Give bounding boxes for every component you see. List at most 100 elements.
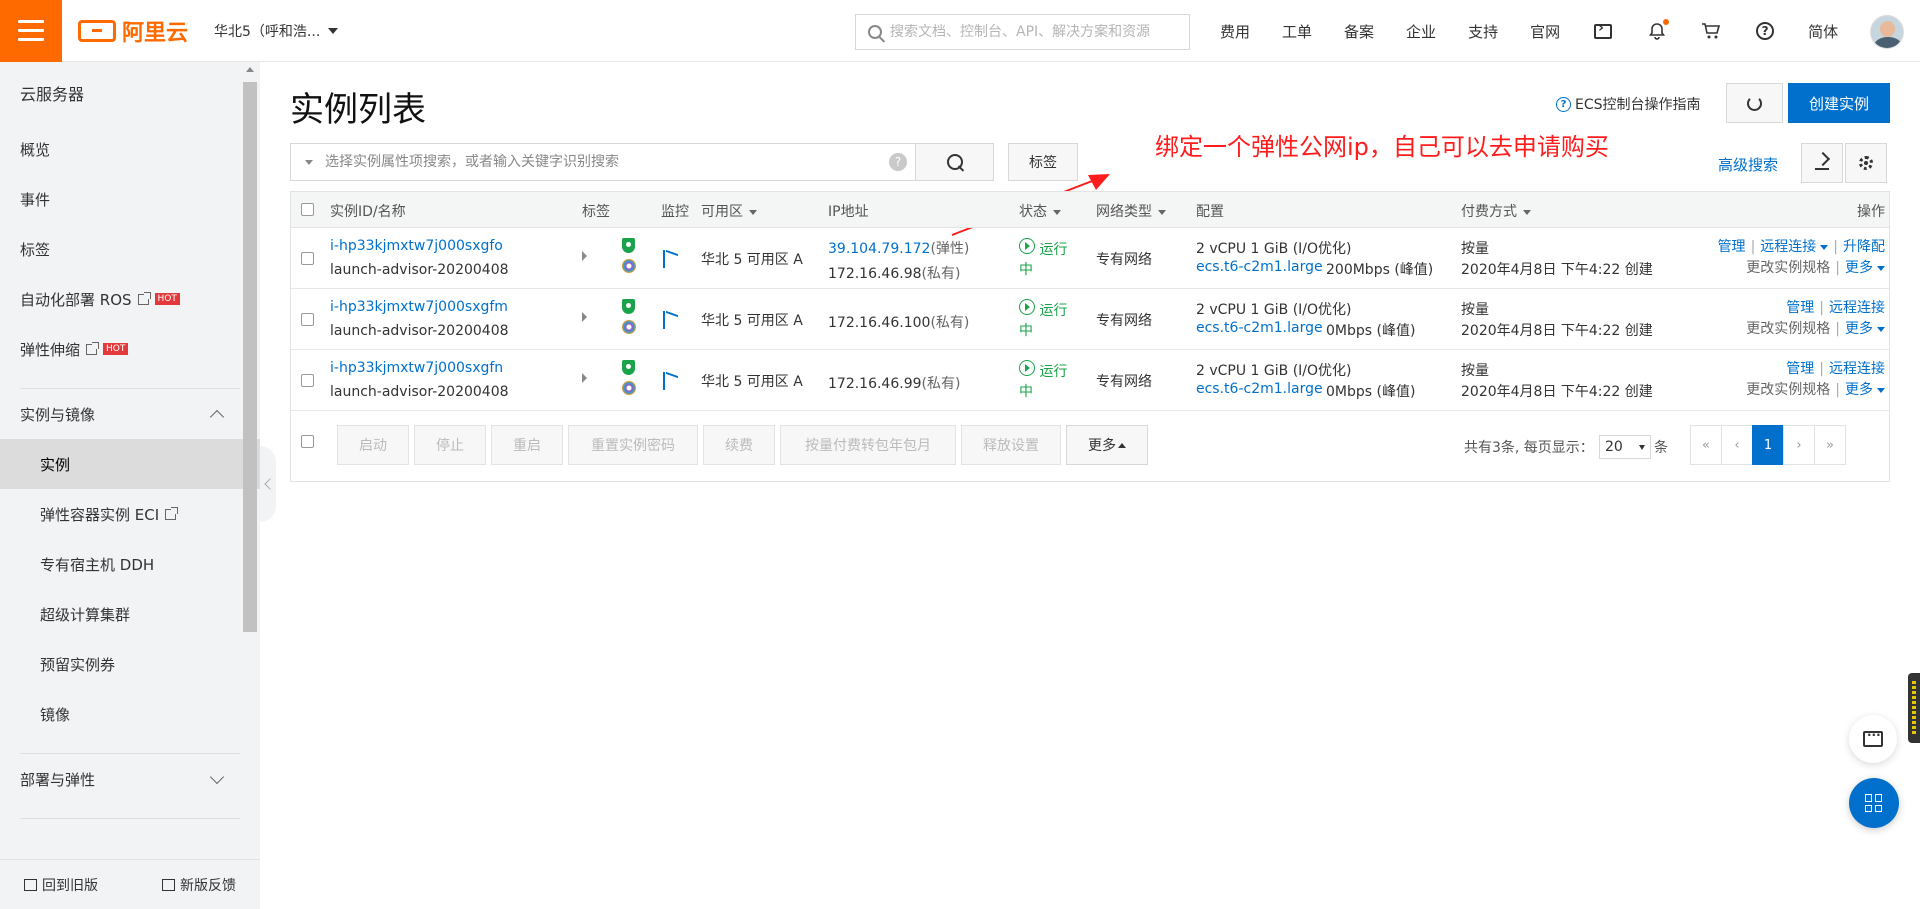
nav-ticket[interactable]: 工单 — [1282, 21, 1312, 42]
help-button[interactable]: ? — [1754, 20, 1776, 42]
col-billing[interactable]: 付费方式 — [1461, 201, 1531, 221]
instance-spec-link[interactable]: ecs.t6-c2m1.large — [1196, 381, 1323, 397]
change-spec-link[interactable]: 更改实例规格 — [1746, 382, 1830, 398]
sidebar-item-reserved[interactable]: 预留实例券 — [0, 639, 260, 689]
remote-connect-link[interactable]: 远程连接 — [1829, 361, 1885, 377]
monitor-chart-icon[interactable] — [663, 311, 665, 329]
filter-dropdown-icon[interactable] — [305, 159, 313, 165]
release-settings-button[interactable]: 释放设置 — [961, 425, 1061, 465]
global-search-input[interactable] — [890, 24, 1180, 40]
sidebar-item-scc[interactable]: 超级计算集群 — [0, 589, 260, 639]
renew-button[interactable]: 续费 — [703, 425, 775, 465]
advanced-search-link[interactable]: 高级搜索 — [1718, 154, 1778, 175]
instance-id-link[interactable]: i-hp33kjmxtw7j000sxgfo — [330, 238, 503, 254]
cart-button[interactable] — [1700, 20, 1722, 42]
nav-official-site[interactable]: 官网 — [1530, 21, 1560, 42]
remote-connect-link[interactable]: 远程连接 — [1829, 300, 1885, 316]
change-spec-link[interactable]: 更改实例规格 — [1746, 260, 1830, 276]
security-shield-icon[interactable] — [622, 360, 635, 375]
refresh-button[interactable] — [1726, 83, 1783, 123]
hamburger-menu-button[interactable] — [0, 0, 62, 62]
nav-support[interactable]: 支持 — [1468, 21, 1498, 42]
monitor-chart-icon[interactable] — [663, 372, 665, 390]
cloud-shell-button[interactable] — [1592, 20, 1614, 42]
scroll-up-arrow-icon[interactable] — [246, 67, 254, 72]
feedback-chat-button[interactable] — [1849, 715, 1897, 763]
more-actions-link[interactable]: 更多 — [1845, 382, 1885, 398]
sidebar-item-ros[interactable]: 自动化部署 ROS HOT — [0, 274, 260, 324]
nav-billing[interactable]: 费用 — [1220, 21, 1250, 42]
manage-link[interactable]: 管理 — [1786, 300, 1814, 316]
back-to-old-version[interactable]: 回到旧版 — [24, 875, 98, 895]
export-button[interactable] — [1801, 143, 1843, 183]
sidebar-collapse-handle[interactable] — [260, 446, 276, 522]
more-actions-link[interactable]: 更多 — [1845, 260, 1885, 276]
instance-spec-link[interactable]: ecs.t6-c2m1.large — [1196, 320, 1323, 336]
create-instance-button[interactable]: 创建实例 — [1788, 83, 1890, 123]
col-network[interactable]: 网络类型 — [1096, 201, 1166, 221]
console-guide-link[interactable]: ? ECS控制台操作指南 — [1556, 94, 1701, 114]
edge-side-tab[interactable] — [1908, 673, 1920, 743]
quick-apps-button[interactable] — [1849, 778, 1899, 828]
cloud-assistant-icon[interactable] — [622, 381, 636, 395]
start-button[interactable]: 启动 — [337, 425, 409, 465]
instance-spec-link[interactable]: ecs.t6-c2m1.large — [1196, 259, 1323, 275]
user-avatar[interactable] — [1870, 15, 1904, 49]
instance-id-link[interactable]: i-hp33kjmxtw7j000sxgfm — [330, 299, 508, 315]
convert-billing-button[interactable]: 按量付费转包年包月 — [780, 425, 956, 465]
sidebar-item-autoscaling[interactable]: 弹性伸缩 HOT — [0, 324, 260, 374]
table-settings-button[interactable] — [1845, 143, 1887, 183]
manage-link[interactable]: 管理 — [1718, 239, 1746, 255]
scrollbar-thumb[interactable] — [243, 82, 257, 632]
page-size-select[interactable]: 20 — [1599, 435, 1651, 459]
col-zone[interactable]: 可用区 — [701, 201, 757, 221]
sidebar-item-tags[interactable]: 标签 — [0, 224, 260, 274]
stop-button[interactable]: 停止 — [414, 425, 486, 465]
remote-connect-link[interactable]: 远程连接 — [1760, 239, 1829, 255]
monitor-chart-icon[interactable] — [663, 250, 665, 268]
sidebar-item-instances[interactable]: 实例 — [0, 439, 260, 489]
public-ip-value[interactable]: 39.104.79.172 — [828, 241, 930, 257]
global-search[interactable] — [855, 14, 1190, 50]
language-switch[interactable]: 简体 — [1808, 21, 1838, 42]
nav-icp[interactable]: 备案 — [1344, 21, 1374, 42]
sidebar-scrollbar[interactable] — [243, 62, 257, 692]
nav-enterprise[interactable]: 企业 — [1406, 21, 1436, 42]
manage-link[interactable]: 管理 — [1786, 361, 1814, 377]
cloud-assistant-icon[interactable] — [622, 320, 636, 334]
prev-page-button[interactable]: ‹ — [1721, 425, 1753, 465]
sidebar-item-events[interactable]: 事件 — [0, 174, 260, 224]
sidebar-item-ddh[interactable]: 专有宿主机 DDH — [0, 539, 260, 589]
instance-id-link[interactable]: i-hp33kjmxtw7j000sxgfn — [330, 360, 503, 376]
filter-help-icon[interactable]: ? — [889, 153, 907, 171]
next-page-button[interactable]: › — [1783, 425, 1815, 465]
row-checkbox[interactable] — [301, 252, 314, 265]
more-batch-button[interactable]: 更多 — [1066, 425, 1148, 465]
page-1-button[interactable]: 1 — [1752, 425, 1784, 465]
sidebar-item-images[interactable]: 镜像 — [0, 689, 260, 739]
region-selector[interactable]: 华北5（呼和浩... — [214, 21, 339, 41]
new-version-feedback[interactable]: 新版反馈 — [162, 875, 236, 895]
row-checkbox[interactable] — [301, 374, 314, 387]
sidebar-group-deploy-elastic[interactable]: 部署与弹性 — [0, 754, 260, 804]
cloud-assistant-icon[interactable] — [622, 259, 636, 273]
change-spec-link[interactable]: 更改实例规格 — [1746, 321, 1830, 337]
sidebar-item-eci[interactable]: 弹性容器实例 ECI — [0, 489, 260, 539]
instance-filter[interactable]: ? — [290, 143, 916, 181]
reset-password-button[interactable]: 重置实例密码 — [568, 425, 698, 465]
col-status[interactable]: 状态 — [1019, 201, 1061, 221]
last-page-button[interactable]: » — [1814, 425, 1846, 465]
restart-button[interactable]: 重启 — [491, 425, 563, 465]
select-all-checkbox[interactable] — [301, 203, 314, 216]
security-shield-icon[interactable] — [622, 238, 635, 253]
security-shield-icon[interactable] — [622, 299, 635, 314]
row-checkbox[interactable] — [301, 313, 314, 326]
sidebar-group-instances-images[interactable]: 实例与镜像 — [0, 389, 260, 439]
more-actions-link[interactable]: 更多 — [1845, 321, 1885, 337]
resize-link[interactable]: 升降配 — [1843, 239, 1885, 255]
footer-select-all-checkbox[interactable] — [301, 435, 314, 448]
first-page-button[interactable]: « — [1690, 425, 1722, 465]
instance-search-input[interactable] — [325, 154, 889, 170]
aliyun-logo[interactable]: 阿里云 — [78, 15, 188, 47]
sidebar-item-overview[interactable]: 概览 — [0, 124, 260, 174]
